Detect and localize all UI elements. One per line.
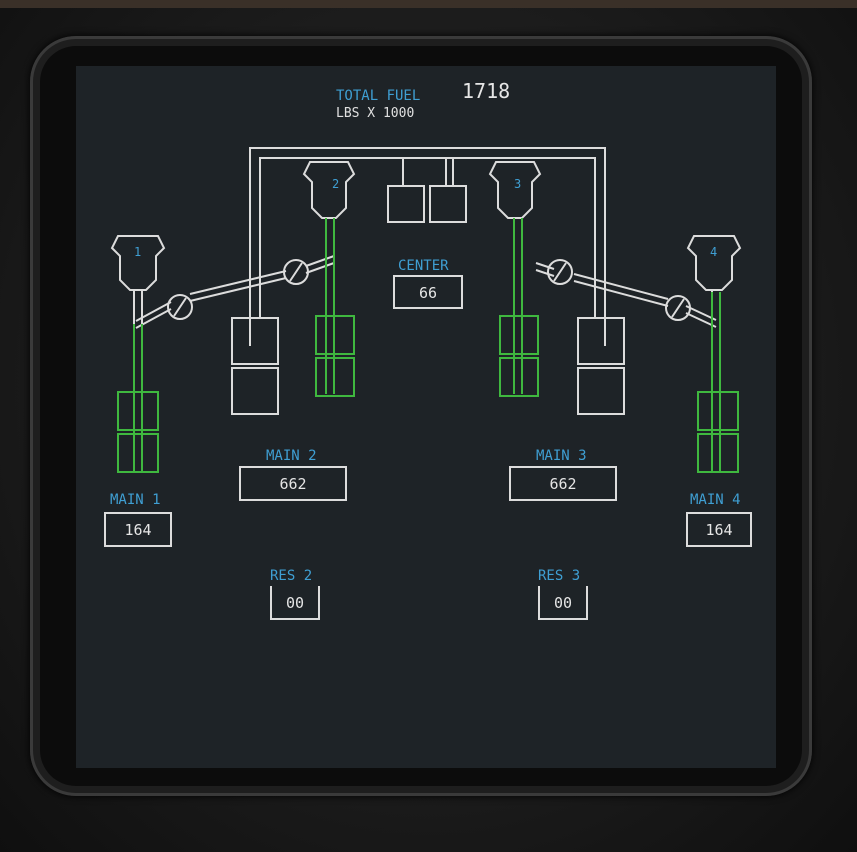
main-3-override-aft[interactable] <box>577 367 625 415</box>
total-fuel-label: TOTAL FUEL <box>336 88 420 104</box>
crossfeed-valve-3[interactable] <box>547 259 573 285</box>
crossfeed-valve-4[interactable] <box>665 295 691 321</box>
engine-4-feed[interactable]: 4 <box>686 235 742 473</box>
main-2-label: MAIN 2 <box>266 448 317 464</box>
main-1-quantity: 164 <box>124 521 151 539</box>
main-3-label: MAIN 3 <box>536 448 587 464</box>
main-3-aft-pump[interactable] <box>499 357 539 397</box>
top-edge <box>0 0 857 8</box>
main-3-quantity: 662 <box>549 475 576 493</box>
fuel-synoptic-screen: TOTAL FUEL 1718 LBS X 1000 1 2 3 4 CENTE… <box>76 66 776 768</box>
crossfeed-manifold <box>135 147 717 346</box>
engine-1-number: 1 <box>134 245 141 259</box>
crossfeed-valve-2[interactable] <box>283 259 309 285</box>
center-override-pump-right[interactable] <box>429 185 467 223</box>
total-fuel-value: 1718 <box>462 79 510 103</box>
main-4-quantity: 164 <box>705 521 732 539</box>
main-2-override-aft[interactable] <box>231 367 279 415</box>
main-4-label: MAIN 4 <box>690 492 741 508</box>
res-3-quantity: 00 <box>554 594 572 612</box>
main-1-aft-pump[interactable] <box>117 433 159 473</box>
engine-3-feed[interactable]: 3 <box>488 161 542 397</box>
main-3-fwd-pump[interactable] <box>499 315 539 355</box>
main-4-fwd-pump[interactable] <box>697 391 739 431</box>
center-override-pump-left[interactable] <box>387 185 425 223</box>
engine-1-feed[interactable]: 1 <box>110 235 166 473</box>
main-3-override-fwd[interactable] <box>577 317 625 365</box>
fuel-diagram: TOTAL FUEL 1718 LBS X 1000 1 2 3 4 CENTE… <box>104 79 752 620</box>
main-4-aft-pump[interactable] <box>697 433 739 473</box>
center-tank-label: CENTER <box>398 258 449 274</box>
res-3-label: RES 3 <box>538 568 580 584</box>
main-2-override-fwd[interactable] <box>231 317 279 365</box>
res-2-quantity: 00 <box>286 594 304 612</box>
engine-2-number: 2 <box>332 177 339 191</box>
engine-4-number: 4 <box>710 245 717 259</box>
engine-2-feed[interactable]: 2 <box>302 161 356 397</box>
crossfeed-valve-1[interactable] <box>167 294 193 320</box>
center-tank-quantity: 66 <box>419 284 437 302</box>
engine-3-number: 3 <box>514 177 521 191</box>
units-label: LBS X 1000 <box>336 106 414 121</box>
res-2-label: RES 2 <box>270 568 312 584</box>
main-1-fwd-pump[interactable] <box>117 391 159 431</box>
main-1-label: MAIN 1 <box>110 492 161 508</box>
main-2-quantity: 662 <box>279 475 306 493</box>
